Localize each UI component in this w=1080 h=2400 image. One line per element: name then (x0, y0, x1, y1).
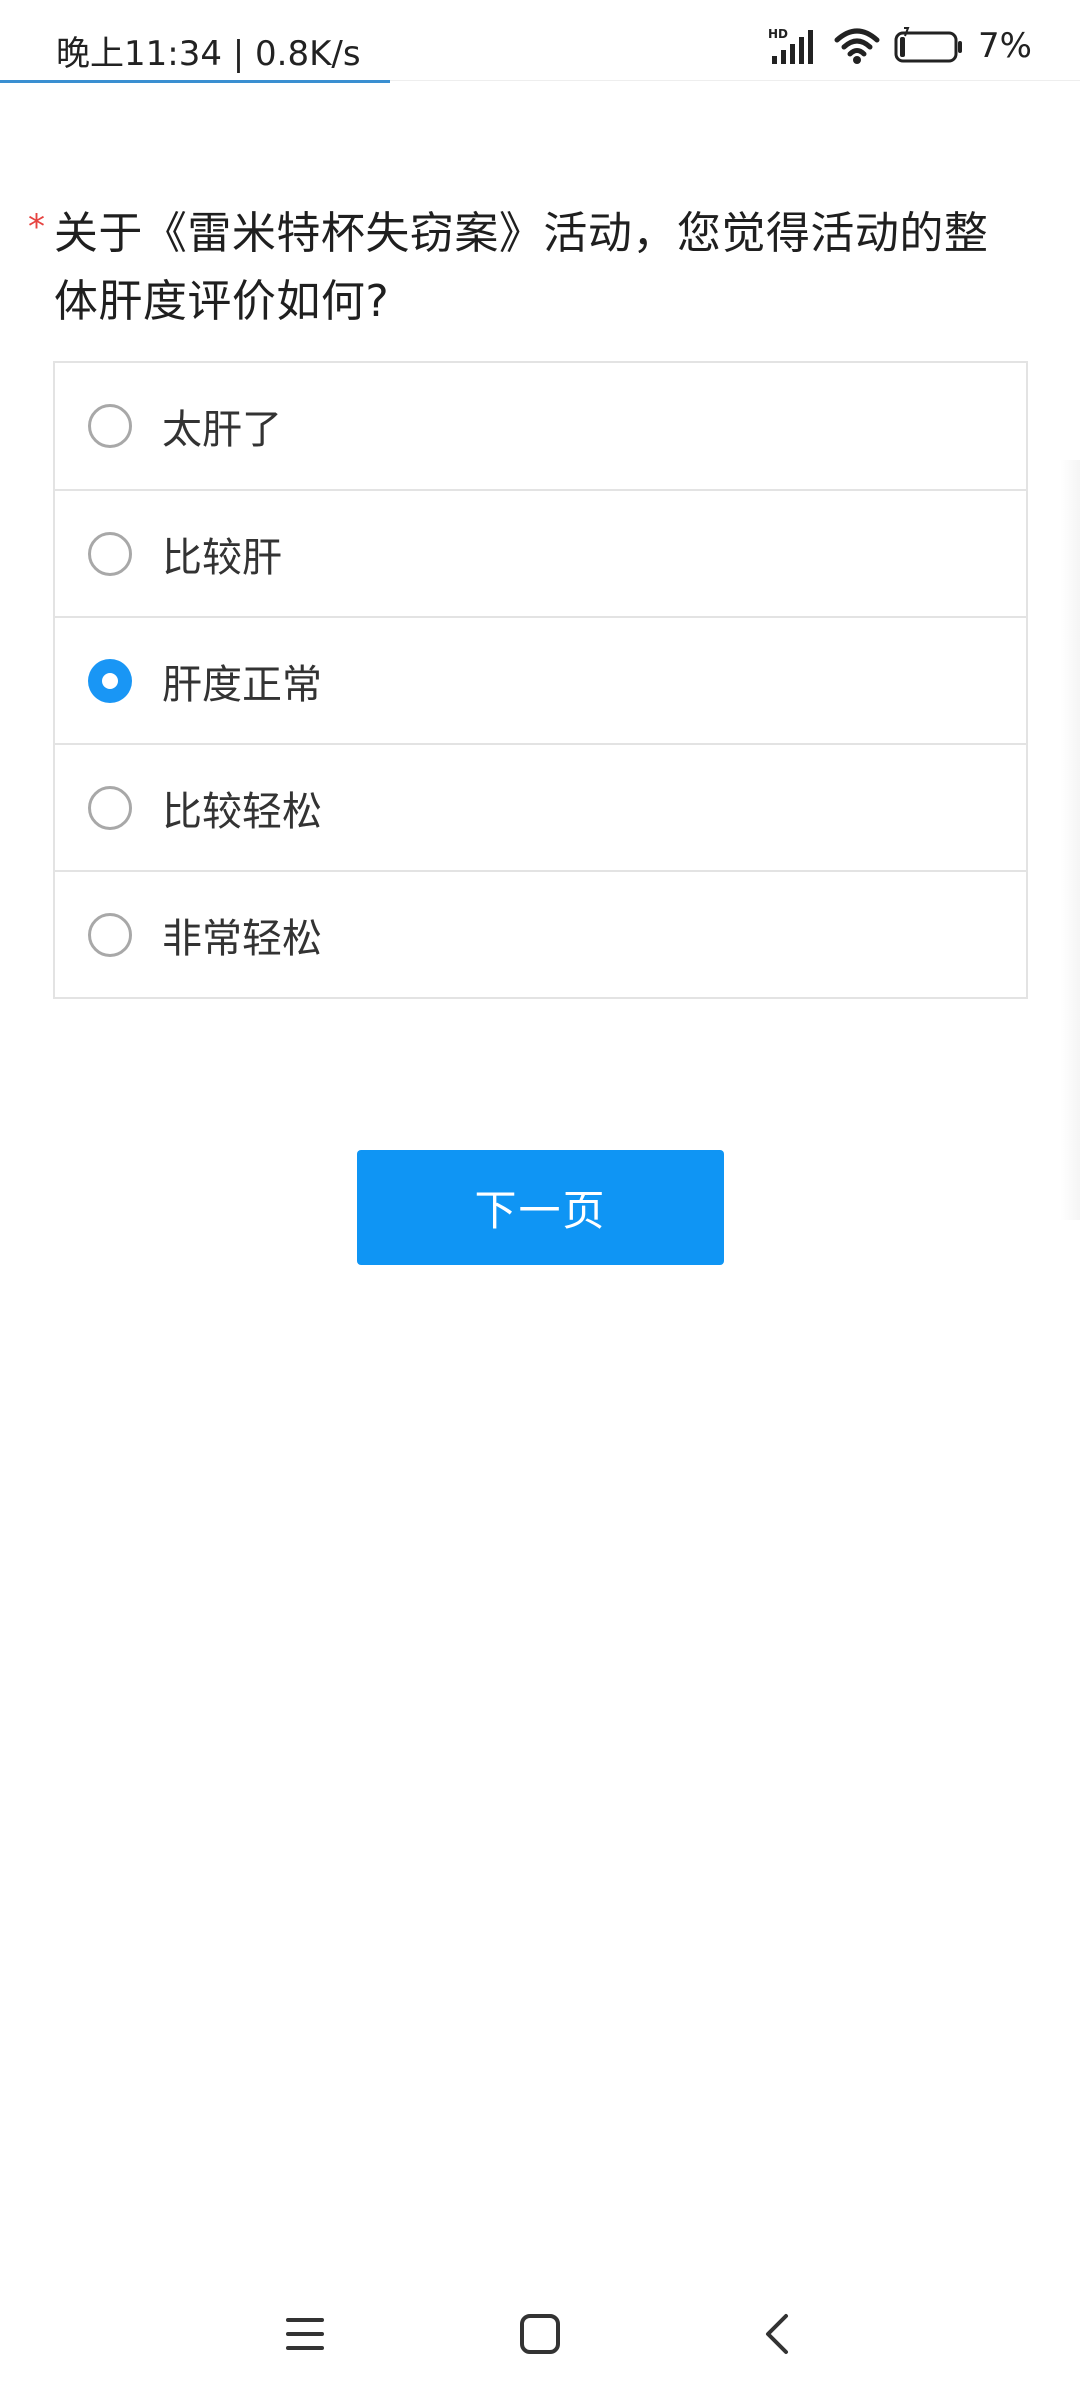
option-item-selected[interactable]: 肝度正常 (55, 616, 1026, 743)
radio-unchecked-icon[interactable] (88, 785, 132, 830)
status-time-speed: 晚上11:34 | 0.8K/s (56, 34, 361, 74)
menu-icon[interactable] (284, 2312, 328, 2360)
radio-unchecked-icon[interactable] (88, 912, 132, 957)
radio-unchecked-icon[interactable] (88, 531, 132, 576)
required-mark: * (28, 207, 45, 247)
battery-percent: 7% (978, 26, 1032, 66)
option-item[interactable]: 太肝了 (55, 363, 1026, 489)
option-item[interactable]: 非常轻松 (55, 870, 1026, 997)
option-item[interactable]: 比较轻松 (55, 743, 1026, 870)
option-item[interactable]: 比较肝 (55, 489, 1026, 616)
home-icon[interactable] (518, 2312, 562, 2360)
next-page-button[interactable]: 下一页 (357, 1150, 724, 1265)
edge-shadow (1060, 460, 1080, 1220)
option-label: 太肝了 (162, 407, 282, 453)
option-label: 比较轻松 (162, 788, 322, 835)
status-divider (390, 80, 1080, 81)
hd-signal-icon: HD (768, 26, 820, 66)
question-block: * 关于《雷米特杯失窃案》活动，您觉得活动的整体肝度评价如何? (28, 200, 1008, 336)
option-label: 比较肝 (162, 534, 282, 581)
back-icon[interactable] (756, 2312, 800, 2360)
status-icons: HD 7% (768, 24, 1032, 68)
radio-unchecked-icon[interactable] (88, 404, 132, 448)
radio-checked-icon[interactable] (88, 658, 132, 703)
question-title: 关于《雷米特杯失窃案》活动，您觉得活动的整体肝度评价如何? (53, 208, 989, 327)
option-label: 非常轻松 (162, 915, 322, 962)
status-bar: 晚上11:34 | 0.8K/s HD 7% (0, 0, 1080, 80)
network-label: HD (768, 27, 788, 41)
wifi-icon (834, 26, 880, 66)
option-list: 太肝了 比较肝 肝度正常 比较轻松 非常轻松 (53, 361, 1028, 999)
battery-icon (894, 26, 964, 66)
page-load-progress (0, 80, 390, 83)
option-label: 肝度正常 (162, 661, 322, 708)
system-nav-bar (0, 2270, 1080, 2400)
